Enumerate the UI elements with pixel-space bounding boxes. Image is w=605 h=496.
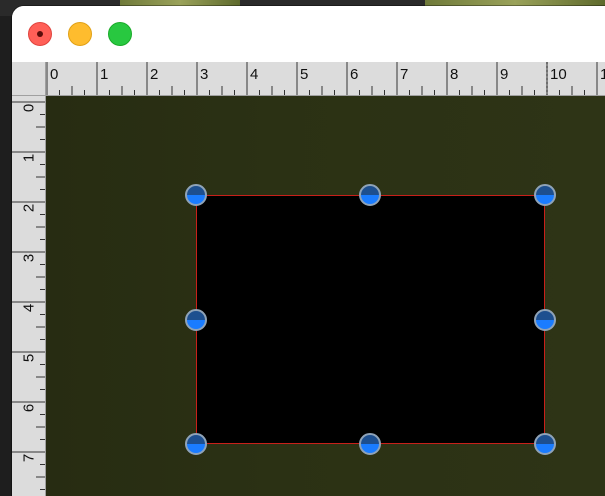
ruler-label: 2 (150, 66, 158, 83)
resize-handle-bottom[interactable] (359, 433, 381, 455)
ruler-label: 0 (21, 104, 38, 112)
minimize-button[interactable] (68, 22, 92, 46)
vertical-ruler-ticks: 0 1 2 3 4 5 6 7 (12, 101, 45, 490)
vertical-ruler[interactable]: 0 1 2 3 4 5 6 7 (12, 96, 46, 496)
horizontal-ruler-ticks: 0 1 2 3 4 5 6 7 8 9 10 1 (46, 62, 605, 95)
ruler-label: 8 (450, 66, 458, 83)
ruler-label: 7 (21, 454, 38, 462)
ruler-label: 4 (21, 304, 38, 312)
ruler-label: 5 (21, 354, 38, 362)
ruler-label: 2 (21, 204, 38, 212)
ruler-corner (12, 62, 46, 96)
ruler-label: 4 (250, 66, 258, 83)
ruler-label: 1 (100, 66, 108, 83)
selection-rectangle[interactable] (196, 195, 545, 444)
ruler-label: 1 (600, 66, 605, 83)
resize-handle-top-left[interactable] (185, 184, 207, 206)
ruler-label: 6 (21, 404, 38, 412)
resize-handle-bottom-right[interactable] (534, 433, 556, 455)
ruler-label: 5 (300, 66, 308, 83)
ruler-label: 9 (500, 66, 508, 83)
ruler-label: 10 (550, 66, 567, 83)
resize-handle-right[interactable] (534, 309, 556, 331)
resize-handle-top-right[interactable] (534, 184, 556, 206)
ruler-label: 1 (21, 154, 38, 162)
resize-handle-top[interactable] (359, 184, 381, 206)
ruler-label: 7 (400, 66, 408, 83)
zoom-button[interactable] (108, 22, 132, 46)
ruler-label: 3 (21, 254, 38, 262)
resize-handle-bottom-left[interactable] (185, 433, 207, 455)
ruler-label: 0 (50, 66, 58, 83)
editor-window: 0 1 2 3 4 5 6 7 8 9 10 1 0 1 2 3 4 5 6 7 (12, 6, 605, 496)
horizontal-ruler[interactable]: 0 1 2 3 4 5 6 7 8 9 10 1 (46, 62, 605, 96)
title-bar (12, 6, 605, 62)
canvas[interactable] (46, 96, 605, 496)
ruler-label: 6 (350, 66, 358, 83)
resize-handle-left[interactable] (185, 309, 207, 331)
close-button[interactable] (28, 22, 52, 46)
ruler-label: 3 (200, 66, 208, 83)
